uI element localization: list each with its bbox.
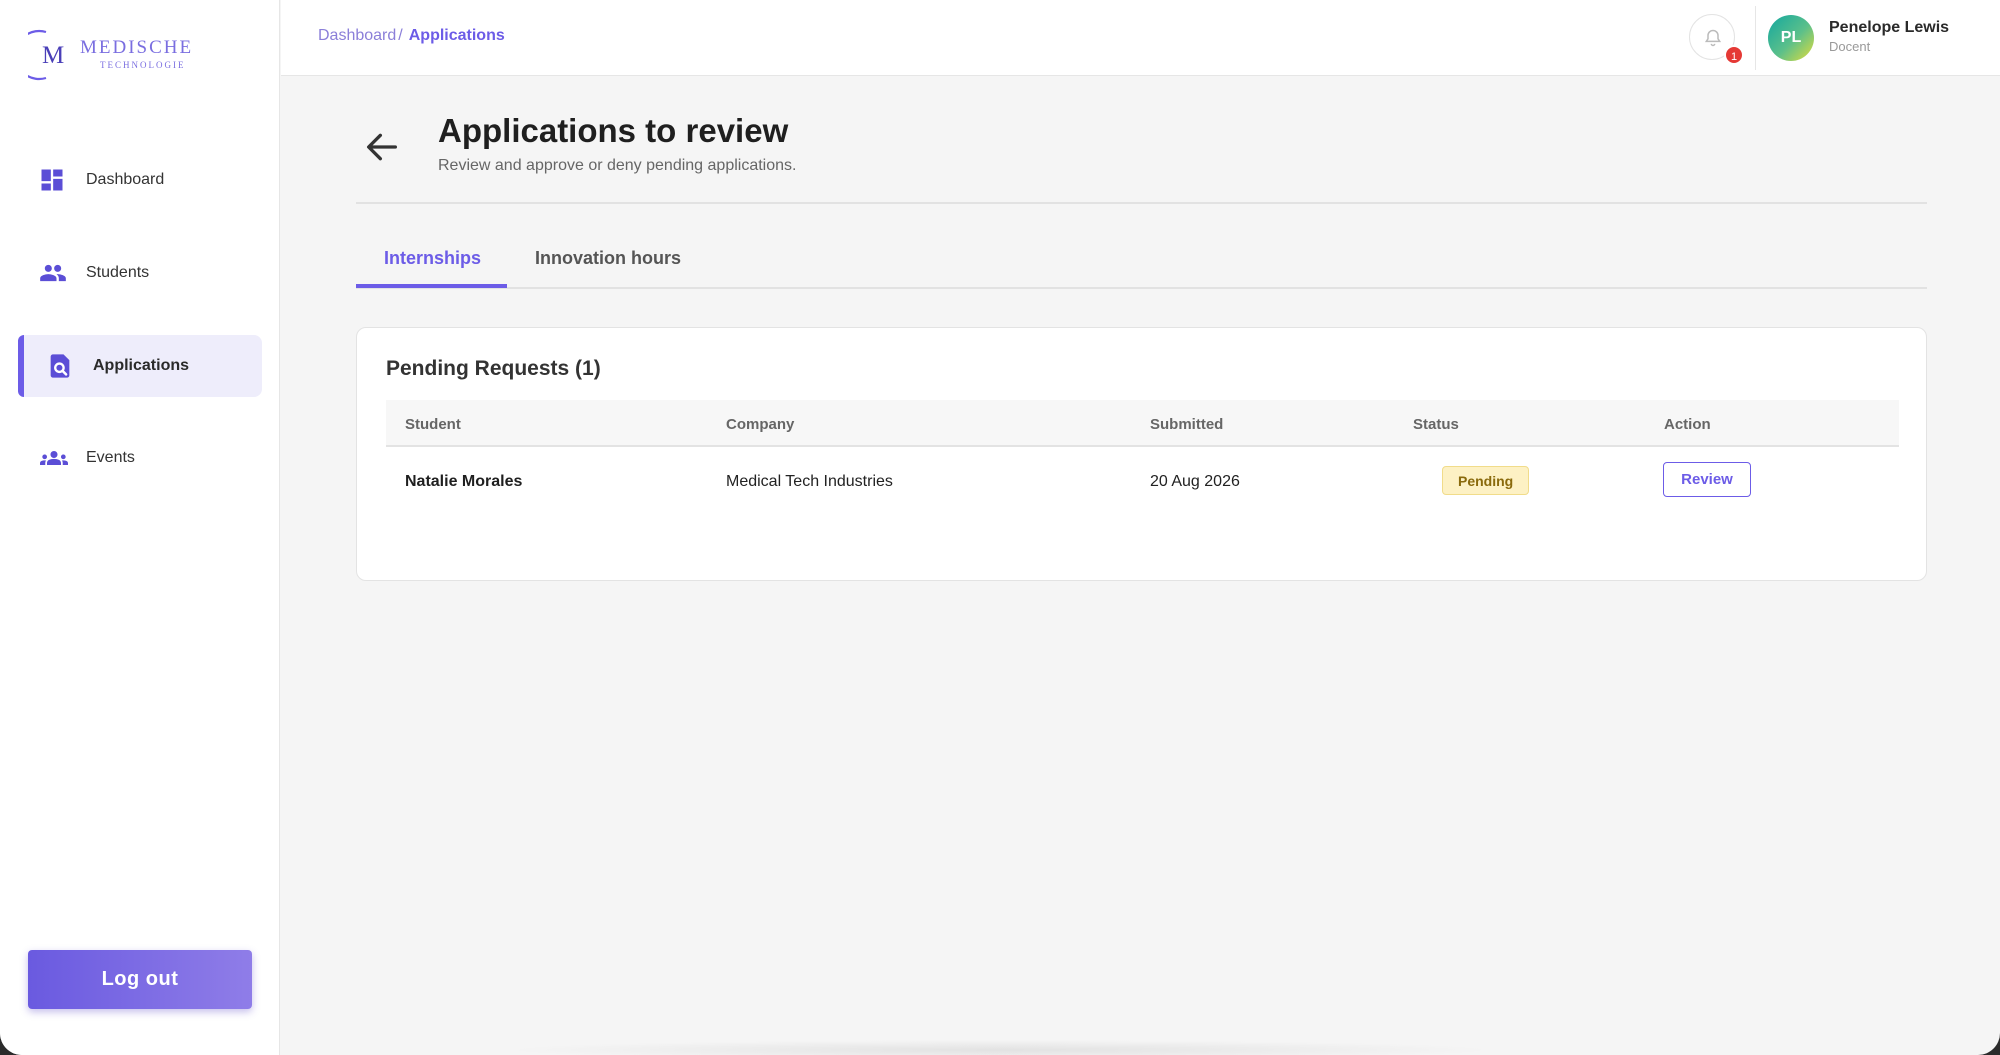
column-header-company: Company [726,416,795,433]
group-icon [38,444,68,472]
back-button[interactable] [362,127,402,167]
sidebar: M MEDISCHE TECHNOLOGIE Dashboard Student… [0,0,280,1055]
bell-icon [1704,29,1722,47]
svg-text:M: M [42,42,64,69]
people-icon [38,259,66,287]
document-search-icon [46,352,74,380]
breadcrumb-separator: / [398,27,403,44]
sidebar-item-label: Events [86,449,135,466]
brand-logo[interactable]: M MEDISCHE TECHNOLOGIE [14,28,208,82]
breadcrumb-current: Applications [408,27,505,44]
svg-text:MEDISCHE: MEDISCHE [80,37,193,58]
arrow-left-icon [367,133,397,161]
table-row: Natalie Morales Medical Tech Industries … [386,448,1899,514]
active-tab-indicator [356,284,507,288]
sidebar-item-dashboard[interactable]: Dashboard [18,149,262,211]
submitted-date: 20 Aug 2026 [1150,473,1240,490]
review-button[interactable]: Review [1663,462,1751,497]
column-header-student: Student [405,416,461,433]
tab-innovation-hours[interactable]: Innovation hours [535,248,681,269]
app-window: M MEDISCHE TECHNOLOGIE Dashboard Student… [0,0,2000,1055]
logo-mark: M MEDISCHE TECHNOLOGIE [14,29,193,81]
company-name: Medical Tech Industries [726,473,893,490]
topbar: Dashboard / Applications 1 PL Penelope Lew… [281,0,2000,76]
svg-text:TECHNOLOGIE: TECHNOLOGIE [100,60,186,70]
avatar[interactable]: PL [1768,15,1814,61]
status-badge: Pending [1442,466,1530,495]
sidebar-item-events[interactable]: Events [18,427,262,489]
user-name: Penelope Lewis [1829,19,1950,36]
page-subtitle: Review and approve or deny pending appli… [438,157,797,174]
notifications-button[interactable]: 1 [1689,14,1744,65]
column-header-status: Status [1413,416,1459,433]
tab-bar: Internships Innovation hours [356,234,1927,289]
header-divider [356,202,1927,204]
student-name: Natalie Morales [405,473,523,490]
table-header: Student Company Submitted Status Action [386,400,1899,447]
sidebar-item-label: Applications [93,357,190,374]
sidebar-item-applications[interactable]: Applications [18,335,262,397]
dashboard-icon [38,166,66,194]
sidebar-item-label: Dashboard [86,171,165,188]
card-title: Pending Requests (1) [386,357,601,380]
column-header-submitted: Submitted [1150,416,1224,433]
page-title: Applications to review [438,112,789,149]
tab-internships[interactable]: Internships [384,248,481,269]
breadcrumb: Dashboard / Applications [318,27,505,45]
sidebar-item-students[interactable]: Students [18,242,262,304]
breadcrumb-dashboard-link[interactable]: Dashboard [318,27,396,44]
divider [1755,6,1756,70]
sidebar-item-label: Students [86,264,150,281]
column-header-action: Action [1664,416,1711,433]
bottom-shadow [500,1040,1500,1055]
pending-requests-card: Pending Requests (1) Student Company Sub… [356,327,1927,581]
logout-button[interactable]: Log out [28,950,252,1009]
user-role: Docent [1829,39,1871,54]
notification-count-badge: 1 [1724,45,1744,65]
